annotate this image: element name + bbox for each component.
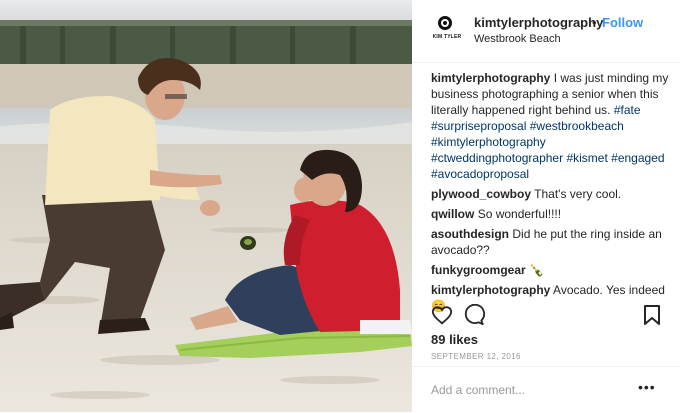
- post-photo[interactable]: [0, 0, 412, 412]
- comment-username[interactable]: asouthdesign: [431, 227, 509, 241]
- comments-list: kimtylerphotography I was just minding m…: [431, 70, 671, 318]
- location-link[interactable]: Westbrook Beach: [474, 33, 561, 45]
- comment-text: 🍾: [529, 263, 544, 277]
- bookmark-icon[interactable]: [643, 305, 661, 325]
- hashtag-link[interactable]: #surpriseproposal: [431, 119, 526, 133]
- header-username[interactable]: kimtylerphotography: [474, 15, 603, 30]
- post-date: SEPTEMBER 12, 2016: [431, 352, 521, 361]
- post-header: KIM TYLER kimtylerphotography • Follow W…: [412, 0, 680, 63]
- comment-item: plywood_cowboy That's very cool.: [431, 186, 671, 202]
- separator-dot: •: [592, 15, 597, 30]
- camera-logo-icon: [438, 16, 452, 30]
- avatar-logo-text: KIM TYLER: [432, 34, 462, 40]
- hashtag-link[interactable]: #engaged: [611, 151, 664, 165]
- comment-username[interactable]: kimtylerphotography: [431, 283, 550, 297]
- caption: kimtylerphotography I was just minding m…: [431, 70, 671, 182]
- beach-proposal-image: [0, 0, 412, 412]
- follow-button[interactable]: Follow: [602, 15, 643, 30]
- comment-text: So wonderful!!!!: [477, 207, 562, 221]
- avatar[interactable]: KIM TYLER: [431, 14, 463, 46]
- action-bar: [431, 304, 661, 328]
- comment-username[interactable]: plywood_cowboy: [431, 187, 531, 201]
- instagram-post: KIM TYLER kimtylerphotography • Follow W…: [0, 0, 680, 412]
- hashtag-link[interactable]: #kimtylerphotography: [431, 135, 546, 149]
- comment-item: funkygroomgear 🍾: [431, 262, 671, 278]
- post-panel: KIM TYLER kimtylerphotography • Follow W…: [412, 0, 680, 412]
- heart-icon[interactable]: [431, 304, 453, 326]
- comment-icon[interactable]: [463, 304, 485, 326]
- hashtag-link[interactable]: #westbrookbeach: [530, 119, 624, 133]
- comment-item: asouthdesign Did he put the ring inside …: [431, 226, 671, 258]
- caption-username[interactable]: kimtylerphotography: [431, 71, 550, 85]
- hashtag-link[interactable]: #kismet: [566, 151, 607, 165]
- comment-item: qwillow So wonderful!!!!: [431, 206, 671, 222]
- add-comment-bar: Add a comment... •••: [412, 366, 680, 413]
- likes-count[interactable]: 89 likes: [431, 332, 478, 347]
- comment-username[interactable]: qwillow: [431, 207, 474, 221]
- comment-username[interactable]: funkygroomgear: [431, 263, 526, 277]
- hashtag-link[interactable]: #avocadoproposal: [431, 167, 529, 181]
- add-comment-input[interactable]: Add a comment...: [431, 383, 525, 397]
- more-options-icon[interactable]: •••: [638, 379, 656, 395]
- hashtag-link[interactable]: #ctweddingphotographer: [431, 151, 563, 165]
- hashtag-link[interactable]: #fate: [614, 103, 641, 117]
- comment-text: That's very cool.: [534, 187, 622, 201]
